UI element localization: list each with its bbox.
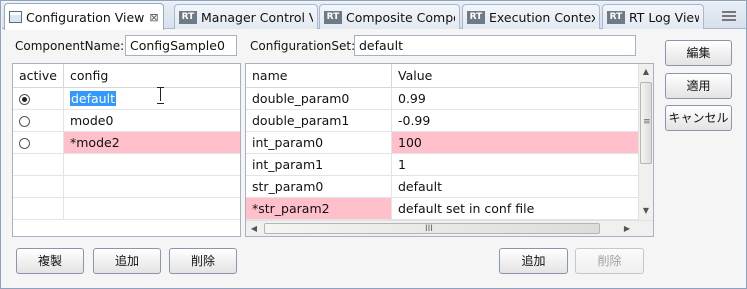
apply-button[interactable]: 適用 [665,73,732,99]
active-radio[interactable] [19,116,30,127]
scroll-down-icon[interactable]: ▼ [640,205,652,217]
column-header-active[interactable]: active [13,64,64,87]
column-header-value[interactable]: Value [392,64,653,87]
config-cell[interactable]: default [64,88,240,109]
active-cell[interactable] [13,88,64,109]
param-name-cell[interactable]: int_param1 [246,154,392,175]
configuration-set-field[interactable]: default [354,35,636,56]
tab-label: Execution Context [489,9,595,25]
scroll-right-icon[interactable]: ▶ [621,223,633,235]
table-row[interactable]: double_param0 0.99 [246,88,653,110]
rt-icon: RT [607,10,625,24]
grip-icon: III [425,224,433,234]
table-header: active config [13,64,240,88]
horizontal-scrollbar[interactable]: ◀ III ▶ [246,220,653,236]
param-value-cell[interactable]: 0.99 [392,88,653,109]
text-cursor-icon [156,87,165,104]
rt-icon: RT [467,10,485,24]
configuration-view-panel: Configuration View ⊠ RT Manager Control … [0,0,747,289]
add-param-button[interactable]: 追加 [499,248,568,274]
tab-manager-control-view[interactable]: RT Manager Control Vi [174,4,318,29]
config-name: default [70,91,116,106]
horizontal-scroll-thumb[interactable]: III [264,223,600,234]
param-value-cell[interactable]: -0.99 [392,110,653,131]
config-cell-modified[interactable]: *mode2 [64,132,240,153]
table-header: name Value [246,64,653,88]
active-radio[interactable] [19,138,30,149]
empty-row [13,154,240,176]
configuration-set-label: ConfigurationSet: [250,39,356,53]
param-name-cell[interactable]: str_param0 [246,176,392,197]
column-header-config[interactable]: config [64,64,240,87]
cancel-button[interactable]: キャンセル [665,105,732,131]
component-name-label: ComponentName: [15,39,125,53]
close-icon[interactable]: ⊠ [149,11,158,24]
tab-label: Configuration View [26,9,145,25]
parameter-table: name Value double_param0 0.99 double_par… [245,63,654,237]
empty-row [13,198,240,220]
param-value-cell[interactable]: 1 [392,154,653,175]
rt-icon: RT [179,10,197,24]
active-cell[interactable] [13,110,64,131]
column-header-name[interactable]: name [246,64,392,87]
delete-config-button[interactable]: 削除 [169,248,237,274]
table-row[interactable]: *mode2 [13,132,240,154]
tab-label: Manager Control Vi [201,9,313,25]
active-radio[interactable] [19,94,30,105]
param-name-cell-modified[interactable]: *str_param2 [246,198,392,219]
param-value-cell[interactable]: default [392,176,653,197]
edit-button[interactable]: 編集 [665,40,732,66]
vertical-scroll-thumb[interactable]: ≡ [640,82,652,164]
table-row[interactable]: *str_param2 default set in conf file [246,198,653,220]
vertical-scrollbar[interactable]: ▲ ≡ ▼ [638,64,653,220]
table-row[interactable]: int_param0 100 [246,132,653,154]
rt-icon: RT [324,10,342,24]
scroll-up-icon[interactable]: ▲ [640,66,652,78]
tab-composite-component[interactable]: RT Composite Compon [319,4,460,29]
table-row[interactable]: default [13,88,240,110]
config-cell[interactable]: mode0 [64,110,240,131]
param-name-cell[interactable]: double_param0 [246,88,392,109]
configuration-set-table: active config default mode0 *mode2 [12,63,241,237]
param-value-cell[interactable]: default set in conf file [392,198,653,219]
tab-rt-log-view[interactable]: RT RT Log View [602,4,704,29]
param-name-cell[interactable]: double_param1 [246,110,392,131]
empty-row [13,176,240,198]
delete-param-button: 削除 [575,248,644,274]
table-row[interactable]: mode0 [13,110,240,132]
tab-execution-context[interactable]: RT Execution Context [462,4,600,29]
active-cell[interactable] [13,132,64,153]
table-row[interactable]: str_param0 default [246,176,653,198]
view-tab-strip: Configuration View ⊠ RT Manager Control … [2,2,746,30]
copy-button[interactable]: 複製 [16,248,84,274]
param-value-cell-modified[interactable]: 100 [392,132,653,153]
view-menu-icon[interactable] [722,9,736,21]
tab-label: Composite Compon [346,9,455,25]
tab-label: RT Log View [629,9,699,25]
add-config-button[interactable]: 追加 [93,248,161,274]
view-icon [9,11,22,23]
param-name-cell[interactable]: int_param0 [246,132,392,153]
tab-configuration-view[interactable]: Configuration View ⊠ [4,3,164,30]
grip-icon: ≡ [643,117,651,127]
table-row[interactable]: double_param1 -0.99 [246,110,653,132]
table-row[interactable]: int_param1 1 [246,154,653,176]
component-name-field[interactable]: ConfigSample0 [125,35,237,56]
scroll-left-icon[interactable]: ◀ [248,223,260,235]
